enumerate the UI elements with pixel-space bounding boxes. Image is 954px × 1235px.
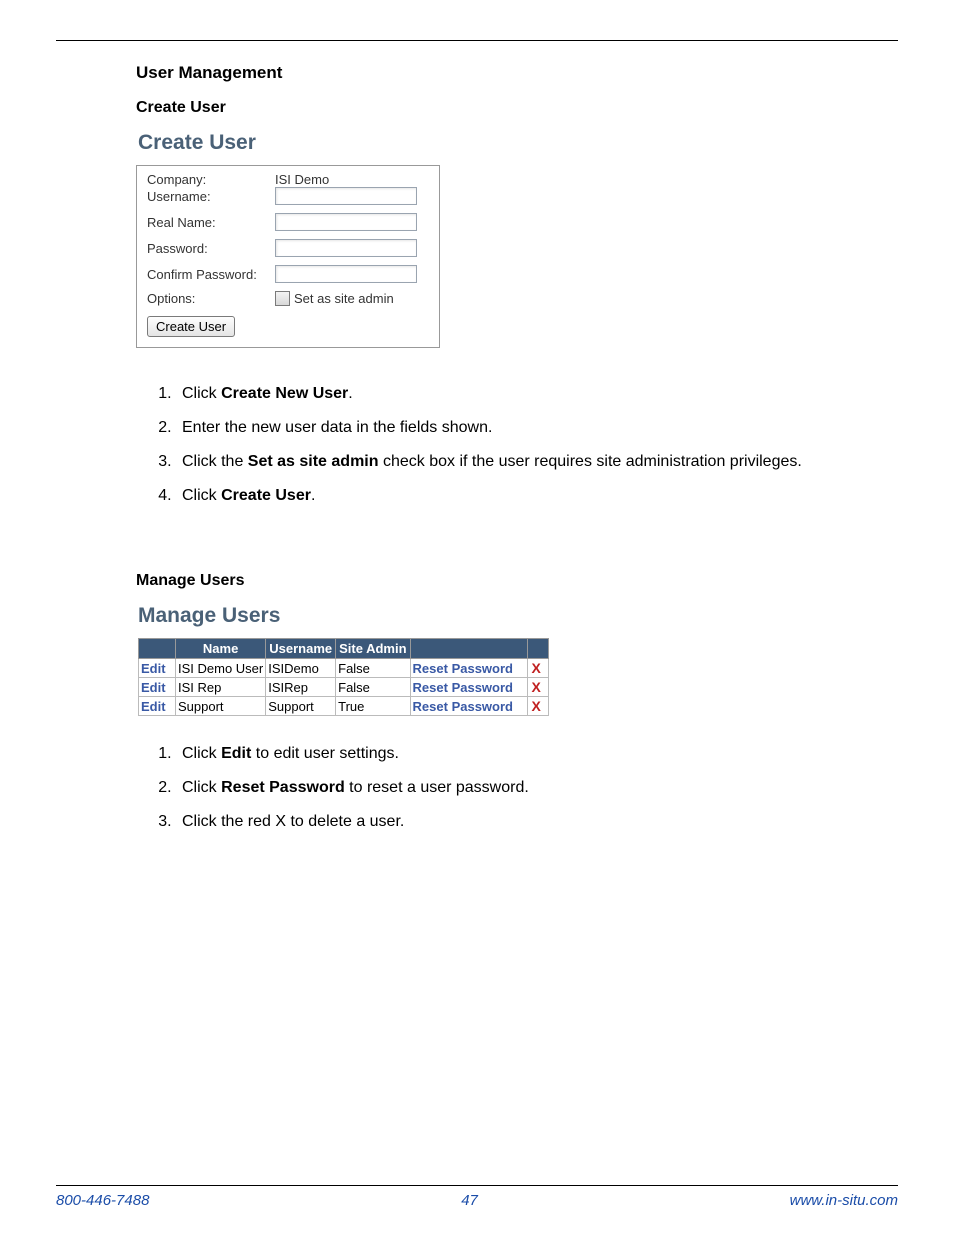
step-item: Click Edit to edit user settings. xyxy=(176,742,868,766)
step-bold: Reset Password xyxy=(221,779,345,796)
step-bold: Set as site admin xyxy=(248,453,379,470)
delete-icon[interactable]: X xyxy=(530,679,543,695)
step-text: check box if the user requires site admi… xyxy=(379,453,802,470)
col-blank xyxy=(139,639,176,659)
input-password[interactable] xyxy=(275,239,417,257)
value-company: ISI Demo xyxy=(275,172,329,187)
footer-url: www.in-situ.com xyxy=(790,1192,898,1209)
step-text: . xyxy=(348,385,352,402)
step-text: Click xyxy=(182,385,221,402)
col-site-admin: Site Admin xyxy=(336,639,410,659)
cell-name: Support xyxy=(176,697,266,716)
input-real-name[interactable] xyxy=(275,213,417,231)
page-footer: 800-446-7488 47 www.in-situ.com xyxy=(56,1185,898,1209)
reset-password-link[interactable]: Reset Password xyxy=(413,699,513,714)
reset-password-link[interactable]: Reset Password xyxy=(413,661,513,676)
step-text: to edit user settings. xyxy=(251,745,399,762)
manage-users-steps: Click Edit to edit user settings. Click … xyxy=(136,742,868,834)
label-company: Company: xyxy=(147,172,275,187)
step-text: Click xyxy=(182,745,221,762)
label-confirm-password: Confirm Password: xyxy=(147,267,275,282)
step-bold: Create New User xyxy=(221,385,348,402)
cell-site-admin: False xyxy=(336,659,410,678)
delete-icon[interactable]: X xyxy=(530,698,543,714)
label-options: Options: xyxy=(147,291,275,306)
step-bold: Create User xyxy=(221,487,311,504)
label-username: Username: xyxy=(147,189,275,204)
step-bold: Edit xyxy=(221,745,251,762)
step-item: Click Reset Password to reset a user pas… xyxy=(176,776,868,800)
step-item: Enter the new user data in the fields sh… xyxy=(176,416,868,440)
users-table: Name Username Site Admin Edit ISI Demo U… xyxy=(138,638,549,716)
step-text: Click the xyxy=(182,453,248,470)
step-text: . xyxy=(311,487,315,504)
step-item: Click Create New User. xyxy=(176,382,868,406)
heading-user-management: User Management xyxy=(136,63,868,83)
footer-phone: 800-446-7488 xyxy=(56,1192,149,1209)
footer-page-number: 47 xyxy=(461,1192,478,1209)
cell-name: ISI Rep xyxy=(176,678,266,697)
cell-username: ISIRep xyxy=(266,678,336,697)
heading-manage-users: Manage Users xyxy=(136,572,868,590)
create-user-button[interactable]: Create User xyxy=(147,316,235,337)
col-blank xyxy=(410,639,527,659)
col-name: Name xyxy=(176,639,266,659)
table-row: Edit ISI Rep ISIRep False Reset Password… xyxy=(139,678,549,697)
panel-title-manage-users: Manage Users xyxy=(138,604,868,628)
label-password: Password: xyxy=(147,241,275,256)
panel-title-create-user: Create User xyxy=(138,131,868,155)
label-real-name: Real Name: xyxy=(147,215,275,230)
reset-password-link[interactable]: Reset Password xyxy=(413,680,513,695)
input-confirm-password[interactable] xyxy=(275,265,417,283)
cell-site-admin: False xyxy=(336,678,410,697)
step-text: to reset a user password. xyxy=(345,779,529,796)
create-user-steps: Click Create New User. Enter the new use… xyxy=(136,382,868,508)
delete-icon[interactable]: X xyxy=(530,660,543,676)
col-blank xyxy=(527,639,548,659)
edit-link[interactable]: Edit xyxy=(141,661,166,676)
table-row: Edit ISI Demo User ISIDemo False Reset P… xyxy=(139,659,549,678)
step-text: Click xyxy=(182,487,221,504)
create-user-form: Company: ISI Demo Username: Real Name: P… xyxy=(136,165,440,348)
step-item: Click Create User. xyxy=(176,484,868,508)
step-text: Click xyxy=(182,779,221,796)
checkbox-site-admin[interactable] xyxy=(275,291,290,306)
step-item: Click the red X to delete a user. xyxy=(176,810,868,834)
input-username[interactable] xyxy=(275,187,417,205)
cell-username: ISIDemo xyxy=(266,659,336,678)
cell-username: Support xyxy=(266,697,336,716)
cell-site-admin: True xyxy=(336,697,410,716)
step-item: Click the Set as site admin check box if… xyxy=(176,450,868,474)
edit-link[interactable]: Edit xyxy=(141,699,166,714)
col-username: Username xyxy=(266,639,336,659)
cell-name: ISI Demo User xyxy=(176,659,266,678)
table-row: Edit Support Support True Reset Password… xyxy=(139,697,549,716)
edit-link[interactable]: Edit xyxy=(141,680,166,695)
heading-create-user: Create User xyxy=(136,99,868,117)
label-site-admin-checkbox: Set as site admin xyxy=(294,291,394,306)
